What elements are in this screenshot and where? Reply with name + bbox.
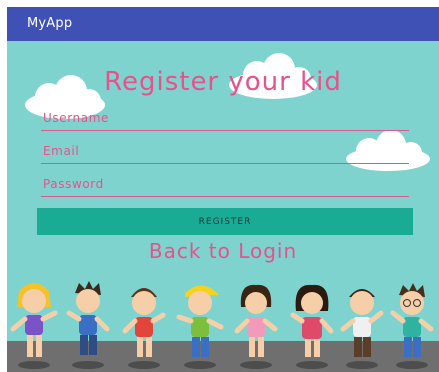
back-to-login-link[interactable]: Back to Login	[7, 239, 439, 263]
kid-illustration	[234, 284, 278, 369]
username-field[interactable]: Username	[41, 107, 413, 131]
app-screen: MyApp Register your kid Username Email P…	[0, 0, 439, 372]
email-field[interactable]: Email	[41, 140, 413, 164]
page-title: Register your kid	[104, 67, 342, 97]
status-strip	[0, 0, 439, 7]
kid-illustration	[340, 289, 384, 369]
app-title: MyApp	[27, 16, 73, 31]
password-field[interactable]: Password	[41, 173, 413, 197]
username-input[interactable]	[41, 107, 413, 129]
kids-illustration	[7, 277, 439, 372]
password-input[interactable]	[41, 173, 413, 195]
register-button[interactable]: REGISTER	[37, 208, 413, 235]
kid-illustration	[10, 283, 58, 369]
kid-illustration	[122, 288, 166, 369]
register-screen: Register your kid Username Email Passwor…	[7, 41, 439, 372]
kid-illustration	[66, 281, 110, 369]
kid-illustration	[290, 284, 334, 369]
app-bar: MyApp	[7, 7, 439, 41]
kid-illustration	[390, 283, 434, 369]
kid-illustration	[176, 285, 224, 369]
email-input[interactable]	[41, 140, 413, 162]
